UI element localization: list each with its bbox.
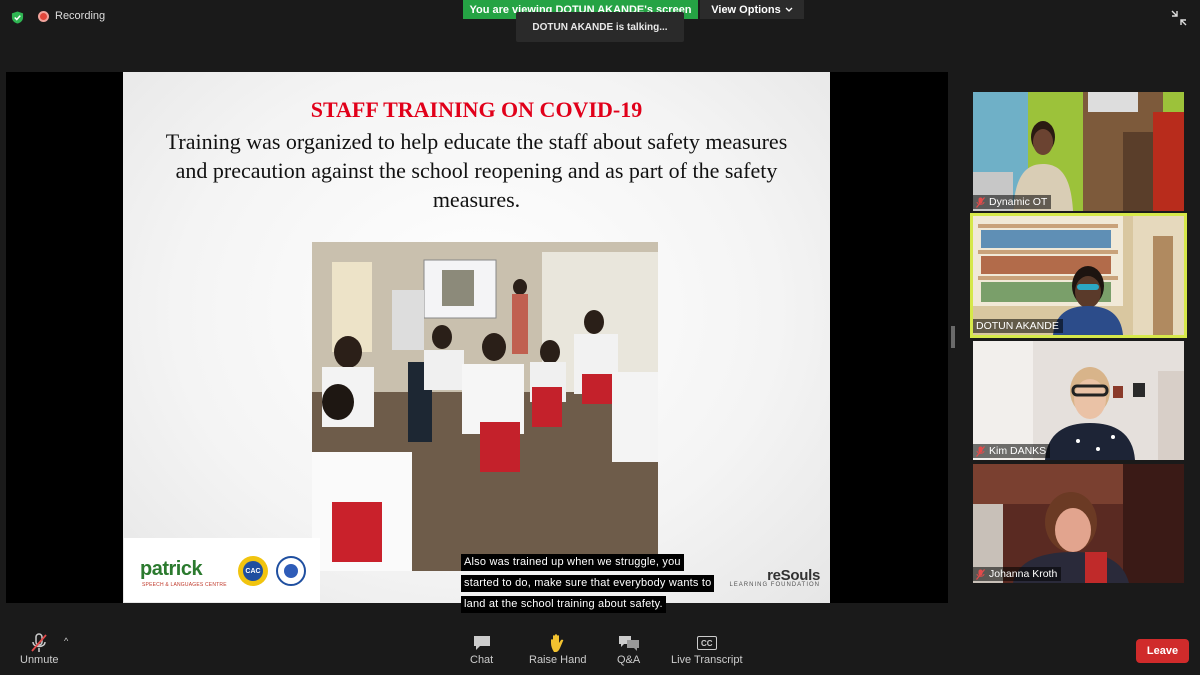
participant-tile-dotun-akande[interactable]: DOTUN AKANDE [970,213,1187,338]
participant-video [973,92,1184,211]
chat-button[interactable]: Chat [470,632,493,666]
raise-hand-button[interactable]: Raise Hand [529,632,586,666]
resize-handle-icon[interactable] [951,326,955,348]
cac-badge-icon: CAC [238,556,268,586]
shield-icon[interactable] [11,11,24,24]
participant-video [973,341,1184,460]
cac-badge-text: CAC [243,561,263,581]
view-options-button[interactable]: View Options [700,0,804,19]
participant-video [973,464,1184,583]
patrick-logo-subtext: SPEECH & LANGUAGES CENTRE [142,582,227,588]
participant-name-tag: Kim DANKS [973,444,1051,458]
qa-button[interactable]: Q&A [617,632,640,666]
exit-fullscreen-icon[interactable] [1171,10,1187,26]
patrick-logo-text: patrick [140,558,203,580]
chat-label: Chat [470,654,494,666]
view-options-label: View Options [711,3,781,16]
participant-video [973,216,1184,335]
slide-logo-strip: patrick SPEECH & LANGUAGES CENTRE CAC [124,538,320,602]
raise-hand-icon [550,634,564,652]
participant-name: Johanna Kroth [989,568,1058,580]
participant-tile-johanna-kroth[interactable]: Johanna Kroth [973,464,1184,583]
caption-line: Also was trained up when we struggle, yo… [461,554,684,571]
participant-name-tag: DOTUN AKANDE [973,319,1063,333]
participant-name-tag: Dynamic OT [973,195,1052,209]
recording-label: Recording [55,10,106,22]
unmute-label: Unmute [20,654,59,666]
participant-name-tag: Johanna Kroth [973,567,1062,581]
meeting-controls-bar [0,625,1200,675]
unmute-button[interactable]: Unmute [20,632,59,666]
raise-hand-label: Raise Hand [529,654,587,666]
live-caption: Also was trained up when we struggle, yo… [461,552,737,615]
mic-muted-icon [976,196,985,208]
recording-indicator[interactable]: Recording [38,10,105,22]
participant-tile-kim-danks[interactable]: Kim DANKS [973,341,1184,460]
participant-name: Kim DANKS [989,445,1047,457]
leave-button[interactable]: Leave [1136,639,1189,663]
caption-line: land at the school training about safety… [461,596,666,613]
mic-muted-icon [31,633,47,652]
closed-caption-icon: CC [696,636,717,650]
participant-name: Dynamic OT [989,196,1048,208]
chevron-down-icon [785,7,793,12]
talking-indicator: DOTUN AKANDE is talking... [516,12,684,42]
live-transcript-label: Live Transcript [671,654,743,666]
live-transcript-button[interactable]: CC Live Transcript [671,632,743,666]
qa-icon [618,636,639,651]
mic-muted-icon [976,445,985,457]
caption-line: started to do, make sure that everybody … [461,575,715,592]
qa-label: Q&A [617,654,641,666]
training-photo [312,242,658,571]
slide-body-text: Training was organized to help educate t… [165,129,788,212]
participant-name: DOTUN AKANDE [976,320,1059,332]
cc-icon-text: CC [700,638,713,648]
chat-icon [473,636,490,650]
participant-tile-dynamic-ot[interactable]: Dynamic OT [973,92,1184,211]
record-dot-icon [38,10,49,22]
mic-muted-icon [976,568,985,580]
audio-options-caret-icon[interactable]: ^ [64,636,68,646]
slide-title: STAFF TRAINING ON COVID-19 [310,97,643,122]
seal-logo-icon [276,556,306,586]
